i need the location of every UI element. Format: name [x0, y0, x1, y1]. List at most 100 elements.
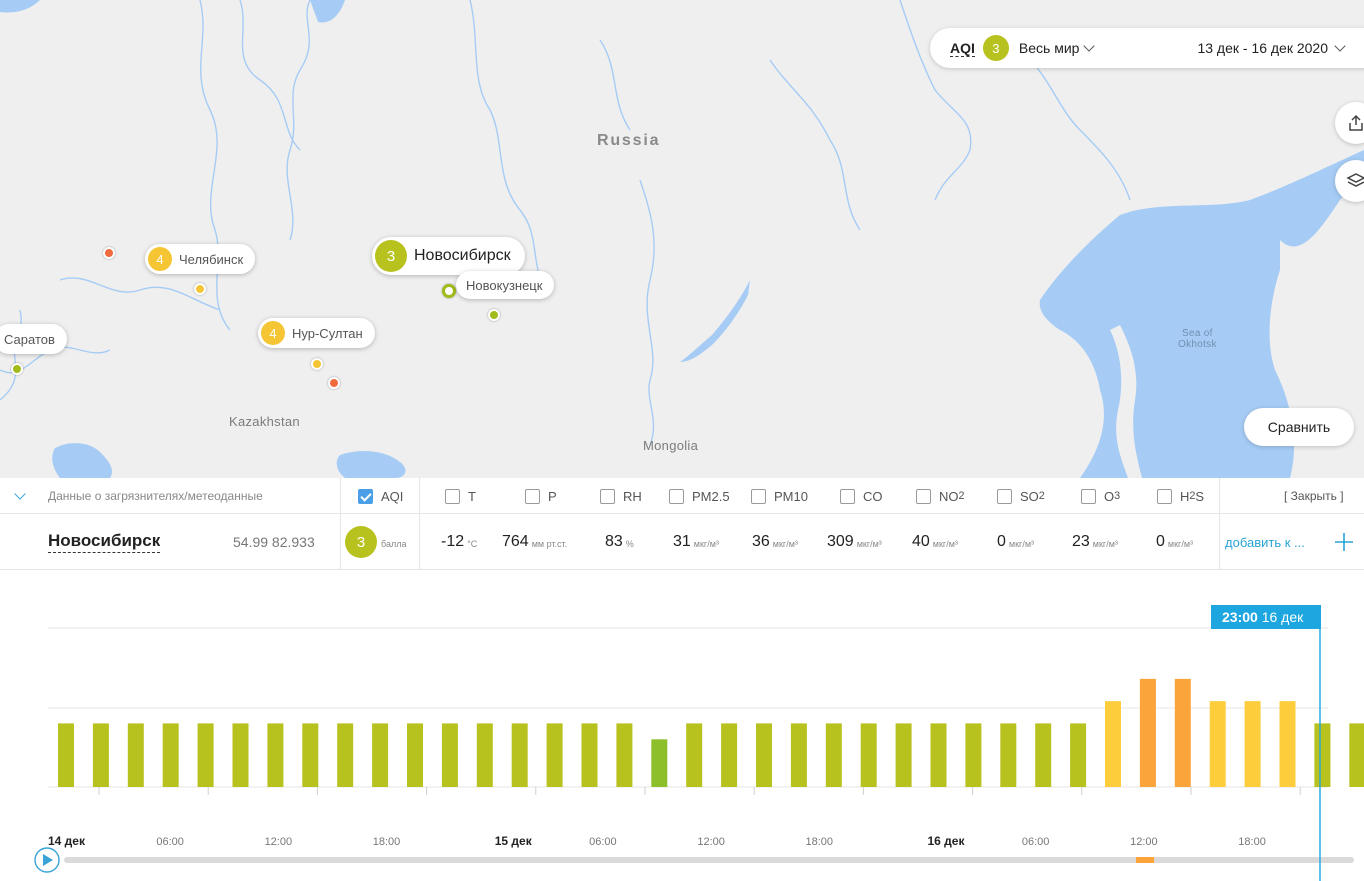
- chart-svg: 14 дек 06:00 12:00 18:00 15 дек 06:00 12:00 18:…: [34, 605, 1364, 881]
- aqi-badge: 4: [261, 321, 285, 345]
- map-label-russia: Russia: [597, 132, 661, 149]
- toggle-o3[interactable]: O3: [1081, 478, 1120, 514]
- chart-bar: [337, 723, 354, 787]
- city-pin-saratov[interactable]: Саратов: [0, 324, 67, 354]
- checkbox: [669, 488, 684, 504]
- x-tick-label: 12:00: [1130, 836, 1158, 848]
- checkbox: [600, 488, 615, 504]
- station-dot-novokuznetsk[interactable]: [488, 309, 500, 321]
- pm10-unit: мкг/м³: [772, 539, 798, 549]
- humidity-value: 83: [605, 533, 623, 550]
- toggle-label: AQI: [381, 488, 404, 504]
- chart-bar: [1035, 723, 1052, 787]
- city-name: Новокузнецк: [466, 277, 543, 293]
- x-tick-label: 18:00: [373, 836, 401, 848]
- chart-bar: [1070, 723, 1087, 787]
- chart-bar: [197, 723, 214, 787]
- add-to-compare-link[interactable]: добавить к ...: [1225, 514, 1305, 570]
- chart-bar: [721, 723, 738, 787]
- toggle-label: H: [1180, 488, 1190, 504]
- station-dot-nur-sultan[interactable]: [311, 358, 323, 370]
- toggle-p[interactable]: P: [525, 478, 557, 514]
- toggle-label: O: [1104, 488, 1115, 504]
- chart-bar: [1000, 723, 1017, 787]
- chart-bar: [372, 723, 389, 787]
- toggle-no2[interactable]: NO 2: [916, 478, 965, 514]
- city-pin-novokuznetsk[interactable]: Новокузнецк: [456, 271, 555, 299]
- x-tick-label: 16 дек: [927, 834, 965, 848]
- pm25-value: 31: [673, 533, 691, 550]
- no2-unit: мкг/м³: [932, 539, 958, 549]
- x-tick-label: 12:00: [265, 836, 293, 848]
- x-tick-label: 06:00: [1022, 836, 1050, 848]
- aqi-badge: 4: [148, 247, 172, 271]
- sea-label-line2: Okhotsk: [1178, 339, 1217, 350]
- region-label: Весь мир: [1018, 40, 1080, 56]
- toggle-subscript: 2: [1038, 490, 1045, 502]
- chart-bar: [162, 723, 179, 787]
- station-dot-novosibirsk[interactable]: [442, 284, 456, 298]
- station-dot[interactable]: [328, 377, 340, 389]
- date-range-label: 13 дек - 16 дек 2020: [1197, 40, 1328, 56]
- toggle-aqi[interactable]: AQI: [358, 478, 403, 514]
- aqi-history-chart[interactable]: 14 дек 06:00 12:00 18:00 15 дек 06:00 12:00 18:…: [0, 570, 1364, 881]
- station-dot-chelyabinsk[interactable]: [194, 283, 206, 295]
- chart-bar: [1174, 678, 1191, 787]
- toggle-co[interactable]: CO: [840, 478, 883, 514]
- city-name: Челябинск: [179, 251, 244, 267]
- city-pin-nur-sultan[interactable]: 4 Нур-Султан: [258, 318, 375, 348]
- map[interactable]: Russia Kazakhstan Mongolia Sea of Okhots…: [0, 0, 1364, 478]
- toggle-subscript: 2: [958, 490, 965, 502]
- x-tick-label: 12:00: [697, 836, 725, 848]
- checkbox: [751, 488, 766, 504]
- chart-bar: [616, 723, 633, 787]
- pressure-value: 764: [502, 533, 529, 550]
- pollutant-header: Данные о загрязнителях/метеоданные AQI T…: [0, 478, 1364, 570]
- date-range-dropdown[interactable]: 13 дек - 16 дек 2020: [1197, 40, 1346, 56]
- chart-bar: [825, 723, 842, 787]
- chart-bar: [1279, 701, 1296, 787]
- station-name-link[interactable]: Новосибирск: [48, 531, 161, 553]
- chevron-down-icon: [1083, 40, 1096, 52]
- chart-bar: [860, 723, 877, 787]
- temperature-unit: °C: [467, 539, 478, 549]
- chart-bar: [1314, 723, 1331, 787]
- checkbox: [840, 488, 855, 504]
- toggle-rh[interactable]: RH: [600, 478, 642, 514]
- co-unit: мкг/м³: [856, 539, 882, 549]
- chart-bar: [92, 723, 109, 787]
- toggle-pm10[interactable]: PM10: [751, 478, 808, 514]
- map-label-mongolia: Mongolia: [643, 438, 699, 453]
- station-dot[interactable]: [103, 247, 115, 259]
- global-aqi-badge: 3: [982, 35, 1009, 61]
- so2-value: 0: [997, 533, 1006, 550]
- chart-bar: [581, 723, 598, 787]
- aqi-unit: балла: [381, 539, 407, 549]
- city-pin-chelyabinsk[interactable]: 4 Челябинск: [145, 244, 256, 274]
- toggle-h2s[interactable]: H2S: [1157, 478, 1204, 514]
- map-filter-bar: AQI 3 Весь мир 13 дек - 16 дек 2020: [930, 28, 1364, 68]
- so2-unit: мкг/м³: [1008, 539, 1034, 549]
- collapse-toggle[interactable]: [14, 478, 26, 514]
- checkbox: [525, 488, 540, 504]
- checkbox: [916, 488, 931, 504]
- toggle-t[interactable]: T: [445, 478, 476, 514]
- humidity-unit: %: [625, 539, 634, 549]
- chart-bar: [1139, 678, 1156, 787]
- toggle-label: RH: [623, 488, 642, 504]
- close-panel-button[interactable]: [ Закрыть ]: [1284, 478, 1344, 514]
- timeline-highlight: [1136, 857, 1154, 863]
- compare-button[interactable]: Сравнить: [1244, 408, 1354, 446]
- chart-bar: [1105, 701, 1121, 787]
- region-dropdown[interactable]: Весь мир: [1018, 40, 1096, 56]
- station-dot-saratov[interactable]: [11, 363, 23, 375]
- map-terrain: [0, 0, 1364, 478]
- toggle-so2[interactable]: SO 2: [997, 478, 1045, 514]
- city-pin-novosibirsk[interactable]: 3 Новосибирск: [372, 237, 525, 275]
- chart-bar: [58, 723, 74, 787]
- aqi-toggle[interactable]: AQI: [950, 40, 975, 57]
- add-button[interactable]: [1334, 514, 1354, 570]
- city-name: Новосибирск: [414, 247, 511, 264]
- toggle-pm25[interactable]: PM2.5: [669, 478, 730, 514]
- chart-bar: [895, 723, 912, 787]
